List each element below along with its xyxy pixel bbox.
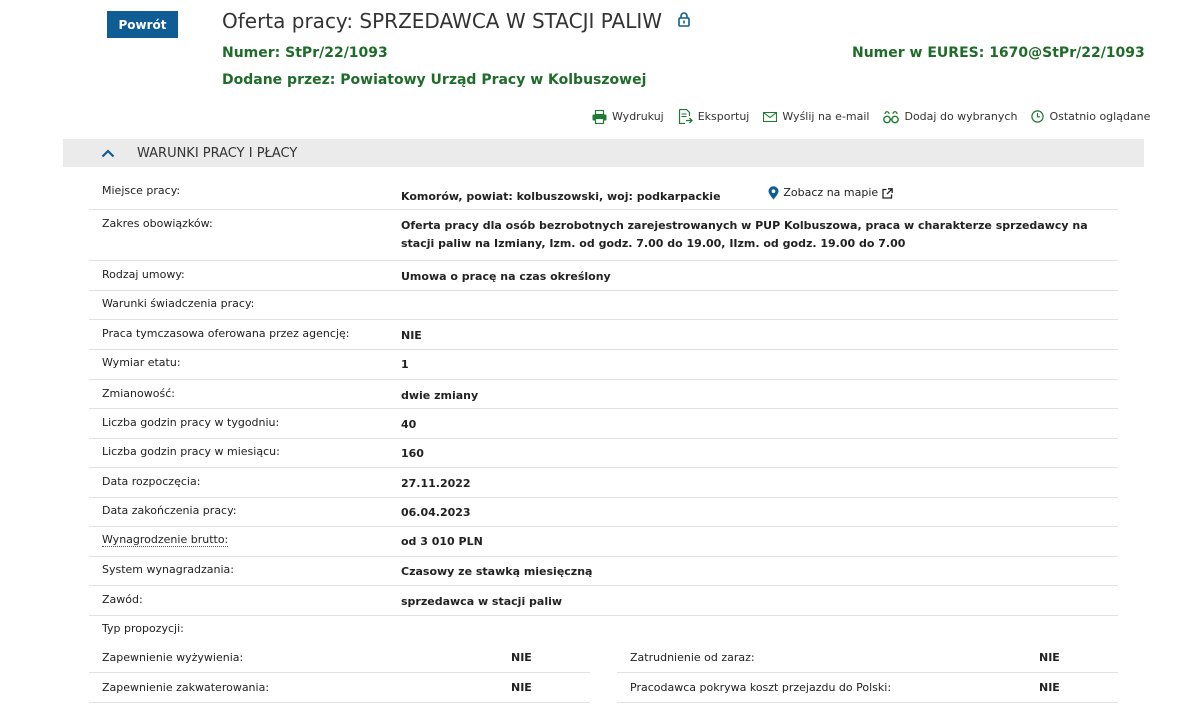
proposal-row: Zapewnienie zakwaterowania: NIE Pracodaw… xyxy=(89,673,1118,703)
table-row: Miejsce pracy: Komorów, powiat: kolbuszo… xyxy=(89,176,1118,210)
row-label: Wymiar etatu: xyxy=(102,356,181,369)
recent-label: Ostatnio oglądane xyxy=(1049,110,1151,123)
row-value: 40 xyxy=(401,418,417,431)
row-value: sprzedawca w stacji paliw xyxy=(401,595,563,608)
row-label: Data rozpoczęcia: xyxy=(102,475,201,488)
export-button[interactable]: Eksportuj xyxy=(678,109,750,124)
row-value xyxy=(401,297,1118,319)
favorite-button[interactable]: Dodaj do wybranych xyxy=(883,109,1017,124)
row-value: NIE xyxy=(401,329,422,342)
table-row: Warunki świadczenia pracy: xyxy=(89,291,1118,320)
section-header[interactable]: WARUNKI PRACY I PŁACY xyxy=(63,139,1144,167)
external-link-icon xyxy=(882,187,894,199)
favorite-label: Dodaj do wybranych xyxy=(904,110,1018,123)
table-row: Liczba godzin pracy w tygodniu: 40 xyxy=(89,409,1118,439)
eures-number: Numer w EURES: 1670@StPr/22/1093 xyxy=(852,45,1145,61)
row-value: 06.04.2023 xyxy=(401,506,471,519)
proposal-label: Zatrudnienie od zaraz: xyxy=(630,651,755,664)
row-value: Umowa o pracę na czas określony xyxy=(401,270,611,283)
print-button[interactable]: Wydrukuj xyxy=(592,109,664,124)
row-value: od 3 010 PLN xyxy=(401,535,483,548)
proposal-item: Zapewnienie zakwaterowania: NIE xyxy=(89,673,590,703)
offer-number-value: StPr/22/1093 xyxy=(285,45,388,61)
eures-number-value: 1670@StPr/22/1093 xyxy=(989,45,1145,61)
added-by-value: Powiatowy Urząd Pracy w Kolbuszowej xyxy=(340,72,647,88)
eures-number-label: Numer w EURES: xyxy=(852,45,985,61)
table-row: Data zakończenia pracy: 06.04.2023 xyxy=(89,498,1118,527)
proposal-item: Zatrudnienie od zaraz: NIE xyxy=(617,643,1118,673)
proposal-item: Pracodawca pokrywa koszt przejazdu do Po… xyxy=(617,673,1118,703)
section-title: WARUNKI PRACY I PŁACY xyxy=(137,145,298,161)
row-label: Zakres obowiązków: xyxy=(102,217,213,230)
row-label: Data zakończenia pracy: xyxy=(102,504,237,517)
table-row: Praca tymczasowa oferowana przez agencję… xyxy=(89,320,1118,350)
table-row: Zawód: sprzedawca w stacji paliw xyxy=(89,586,1118,616)
table-row: Data rozpoczęcia: 27.11.2022 xyxy=(89,468,1118,498)
export-label: Eksportuj xyxy=(697,110,750,123)
table-row: Zmianowość: dwie zmiany xyxy=(89,380,1118,409)
page-title: Oferta pracy: SPRZEDAWCA W STACJI PALIW xyxy=(222,8,691,33)
proposal-value: NIE xyxy=(511,651,532,664)
row-value: 160 xyxy=(401,447,424,460)
row-label: Wynagrodzenie brutto: xyxy=(89,533,401,556)
row-value: 27.11.2022 xyxy=(401,477,471,490)
print-icon xyxy=(592,109,607,124)
row-value: 1 xyxy=(401,358,409,371)
export-icon xyxy=(678,109,693,124)
row-label: Praca tymczasowa oferowana przez agencję… xyxy=(102,327,350,340)
table-row: Wynagrodzenie brutto: od 3 010 PLN xyxy=(89,527,1118,557)
favorite-icon xyxy=(883,110,900,123)
table-row: System wynagradzania: Czasowy ze stawką … xyxy=(89,557,1118,586)
row-label: Zmianowość: xyxy=(102,387,175,400)
clock-icon xyxy=(1031,110,1045,123)
table-row: Zakres obowiązków: Oferta pracy dla osób… xyxy=(89,210,1118,261)
back-button[interactable]: Powrót xyxy=(107,11,178,38)
proposal-value: NIE xyxy=(511,681,532,694)
proposal-label: Zapewnienie wyżywienia: xyxy=(102,651,244,664)
row-label: Rodzaj umowy: xyxy=(102,268,185,281)
proposal-label: Pracodawca pokrywa koszt przejazdu do Po… xyxy=(630,681,892,694)
mail-icon xyxy=(763,111,778,122)
email-label: Wyślij na e-mail xyxy=(782,110,870,123)
row-label: Miejsce pracy: xyxy=(102,184,181,197)
row-label: Warunki świadczenia pracy: xyxy=(102,297,255,310)
email-button[interactable]: Wyślij na e-mail xyxy=(763,109,869,124)
table-row: Wymiar etatu: 1 xyxy=(89,350,1118,380)
print-label: Wydrukuj xyxy=(612,110,664,123)
row-label: Typ propozycji: xyxy=(102,622,184,635)
salary-label[interactable]: Wynagrodzenie brutto: xyxy=(102,533,229,547)
row-label: Liczba godzin pracy w tygodniu: xyxy=(102,416,280,429)
lock-icon xyxy=(678,8,691,32)
row-value: dwie zmiany xyxy=(401,389,479,402)
row-value xyxy=(401,622,1118,644)
proposal-row: Zapewnienie wyżywienia: NIE Zatrudnienie… xyxy=(89,643,1118,673)
row-value: Komorów, powiat: kolbuszowski, woj: podk… xyxy=(401,184,1118,209)
proposal-value: NIE xyxy=(1039,651,1060,664)
recent-button[interactable]: Ostatnio oglądane xyxy=(1031,109,1150,124)
row-value: Oferta pracy dla osób bezrobotnych zarej… xyxy=(401,219,1088,250)
details-table: Miejsce pracy: Komorów, powiat: kolbuszo… xyxy=(89,176,1118,644)
row-label: Zawód: xyxy=(102,593,143,606)
map-link[interactable]: Zobacz na mapie xyxy=(768,184,894,202)
workplace-value: Komorów, powiat: kolbuszowski, woj: podk… xyxy=(401,190,721,203)
map-pin-icon xyxy=(768,186,779,200)
table-row: Rodzaj umowy: Umowa o pracę na czas okre… xyxy=(89,261,1118,291)
row-value: Czasowy ze stawką miesięczną xyxy=(401,565,593,578)
page-title-text: Oferta pracy: SPRZEDAWCA W STACJI PALIW xyxy=(222,9,663,33)
proposal-label: Zapewnienie zakwaterowania: xyxy=(102,681,270,694)
table-row: Typ propozycji: xyxy=(89,616,1118,644)
toolbar: Wydrukuj Eksportuj Wyślij na e-mail Doda… xyxy=(592,109,1150,124)
chevron-up-icon[interactable] xyxy=(101,148,115,158)
proposal-item: Zapewnienie wyżywienia: NIE xyxy=(89,643,590,673)
offer-number-label: Numer: xyxy=(222,45,281,61)
proposal-value: NIE xyxy=(1039,681,1060,694)
row-label: System wynagradzania: xyxy=(102,563,234,576)
added-by-label: Dodane przez: xyxy=(222,72,336,88)
row-label: Liczba godzin pracy w miesiącu: xyxy=(102,445,280,458)
added-by: Dodane przez: Powiatowy Urząd Pracy w Ko… xyxy=(222,72,646,88)
table-row: Liczba godzin pracy w miesiącu: 160 xyxy=(89,439,1118,468)
offer-number: Numer: StPr/22/1093 xyxy=(222,45,388,61)
map-link-label: Zobacz na mapie xyxy=(783,186,879,199)
